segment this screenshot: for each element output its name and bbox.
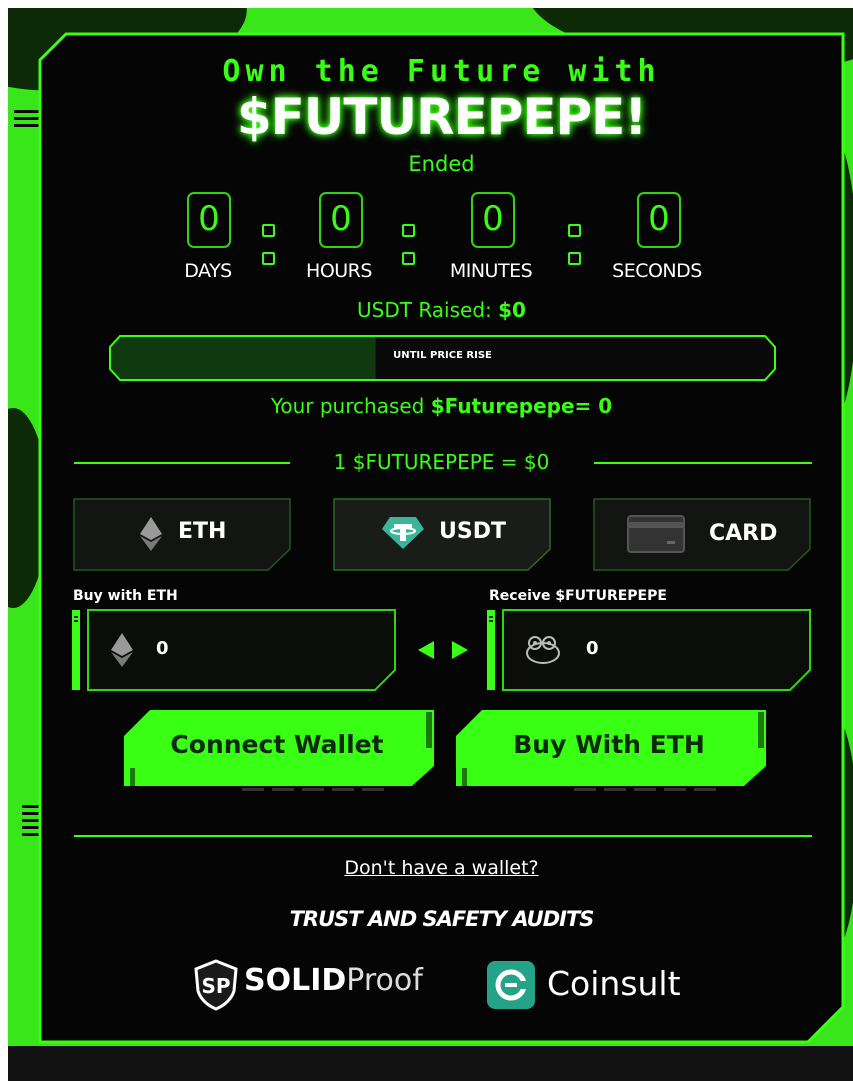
bottom-bar (8, 1046, 853, 1081)
audits-title: TRUST AND SAFETY AUDITS (289, 907, 595, 931)
countdown-days-value: 0 (187, 192, 231, 248)
tab-eth-label: ETH (178, 519, 227, 544)
connect-wallet-label: Connect Wallet (170, 730, 384, 759)
sale-status: Ended (408, 152, 475, 176)
solidproof-light: Proof (346, 963, 423, 998)
presale-widget: Own the Future with $FUTUREPEPE! Ended 0… (38, 32, 845, 1044)
usdt-raised: USDT Raised: $0 (38, 298, 845, 322)
tab-usdt-label: USDT (439, 519, 506, 544)
ethereum-icon (111, 633, 133, 667)
progress-label: UNTIL PRICE RISE (393, 350, 492, 361)
section-divider (74, 835, 812, 837)
tab-card-frame (593, 498, 811, 571)
pay-amount-input[interactable]: 0 (72, 608, 397, 692)
token-price: 1 $FUTUREPEPE = $0 (333, 450, 550, 474)
purchased-amount: Your purchased $Futurepepe= 0 (38, 394, 845, 418)
buy-with-eth-label: Buy With ETH (513, 730, 705, 759)
countdown-separator (402, 252, 415, 265)
buy-with-eth-button[interactable]: Buy With ETH (454, 708, 766, 796)
countdown-separator (262, 252, 275, 265)
hero-title-token: $FUTUREPEPE! (236, 88, 647, 146)
tab-eth[interactable]: ETH (72, 497, 292, 572)
countdown-hours-label: HOURS (306, 260, 372, 282)
countdown-days-label: DAYS (184, 260, 232, 282)
countdown-separator (262, 224, 275, 237)
hero-title-line1: Own the Future with (222, 54, 661, 89)
receive-field-label: Receive $FUTUREPEPE (489, 588, 667, 604)
countdown-separator (568, 224, 581, 237)
solidproof-logo[interactable]: SP SOLIDProof (194, 957, 423, 1017)
frog-icon (526, 636, 560, 664)
countdown-minutes-value: 0 (471, 192, 515, 248)
ethereum-icon (140, 517, 162, 551)
solidproof-bold: SOLID (244, 963, 347, 998)
countdown-separator (402, 224, 415, 237)
svg-text:SP: SP (201, 974, 230, 998)
purchased-label: Your purchased (270, 394, 431, 418)
countdown-separator (568, 252, 581, 265)
shield-icon: SP (194, 959, 238, 1011)
pay-amount-value: 0 (156, 638, 169, 659)
coinsult-name: Coinsult (547, 964, 681, 1003)
pay-field-label: Buy with ETH (73, 588, 178, 604)
countdown-seconds-value: 0 (637, 192, 681, 248)
receive-amount-value: 0 (586, 638, 599, 659)
receive-amount-input[interactable]: 0 (487, 608, 812, 692)
tab-card[interactable]: CARD (592, 497, 812, 572)
no-wallet-link[interactable]: Don't have a wallet? (38, 857, 845, 879)
credit-card-icon (627, 515, 685, 553)
usdt-raised-label: USDT Raised: (357, 298, 499, 322)
tether-icon (382, 517, 424, 549)
countdown-hours-value: 0 (319, 192, 363, 248)
countdown-minutes-label: MINUTES (449, 260, 533, 282)
purchased-value: $Futurepepe= 0 (430, 394, 613, 418)
usdt-raised-amount: $0 (498, 298, 526, 322)
swap-arrows-icon[interactable] (418, 641, 468, 659)
coinsult-logo[interactable]: Coinsult (485, 957, 705, 1017)
tab-usdt[interactable]: USDT (332, 497, 552, 572)
tab-card-label: CARD (709, 521, 778, 546)
coinsult-icon (487, 961, 535, 1009)
countdown-seconds-label: SECONDS (612, 260, 702, 282)
connect-wallet-button[interactable]: Connect Wallet (122, 708, 434, 796)
